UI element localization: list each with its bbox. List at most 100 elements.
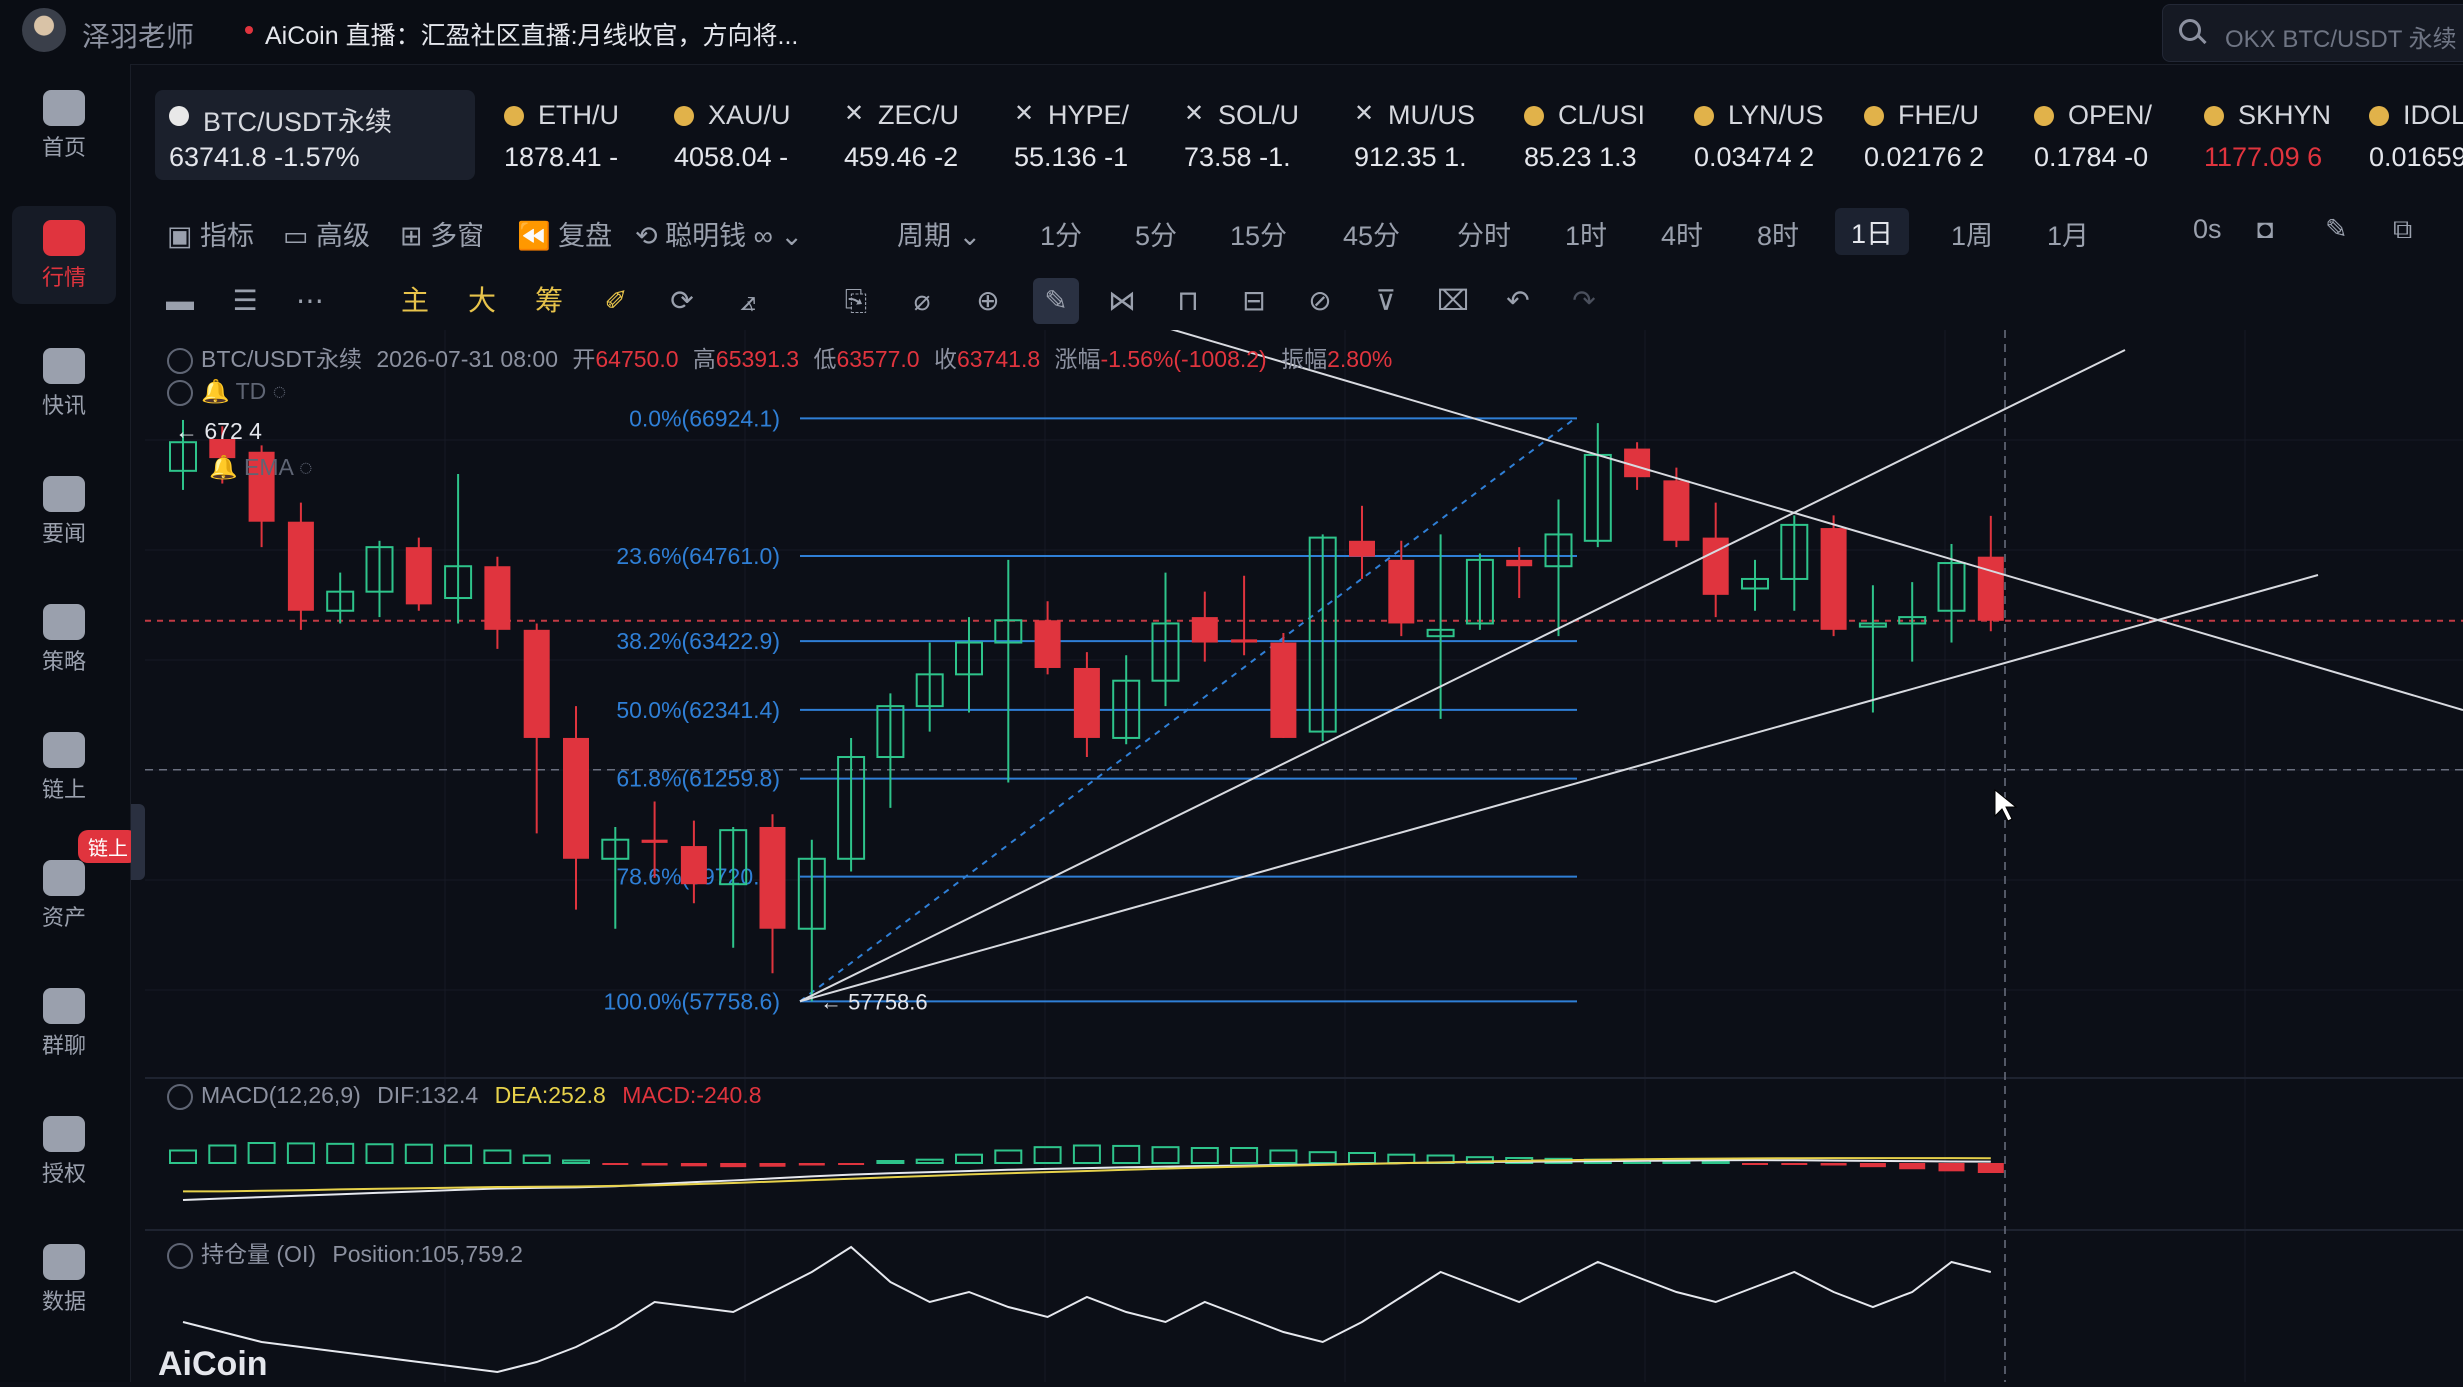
chip-toggle[interactable]: 筹 bbox=[534, 286, 564, 316]
data-chart-icon bbox=[43, 1244, 85, 1280]
fib-level-label: 38.2%(63422.9) bbox=[616, 628, 780, 654]
ticker-lyn[interactable]: LYN/US 0.03474 2 bbox=[1680, 90, 1845, 180]
ticker-name: FHE/U bbox=[1898, 100, 1979, 130]
menu-icon[interactable]: ☰ bbox=[230, 286, 260, 316]
ticker-btc[interactable]: BTC/USDT永续 63741.8 -1.57% bbox=[155, 90, 475, 180]
period-8h[interactable]: 8时 bbox=[1757, 214, 1799, 253]
delete-icon[interactable]: ⌧ bbox=[1437, 286, 1469, 316]
smart-money-button[interactable]: ⟲ 聪明钱 ∞ ⌄ bbox=[635, 214, 803, 253]
magnet-icon[interactable]: ⋈ bbox=[1107, 286, 1137, 316]
candle-body bbox=[523, 629, 550, 738]
ticker-fhe[interactable]: FHE/U 0.02176 2 bbox=[1850, 90, 2015, 180]
draw-pen-icon[interactable]: ✎ bbox=[1033, 278, 1079, 324]
collapse-icon[interactable] bbox=[167, 1083, 193, 1110]
period-1m[interactable]: 1分 bbox=[1040, 214, 1082, 253]
zoom-icon[interactable]: ⊕ bbox=[973, 286, 1003, 316]
sidebar-item-auth[interactable]: 授权 bbox=[12, 1102, 116, 1200]
sidebar-item-strategy[interactable]: 策略 bbox=[12, 590, 116, 688]
ticker-zec[interactable]: ✕ ZEC/U 459.46 -2 bbox=[830, 90, 995, 180]
ticker-mu[interactable]: ✕ MU/US 912.35 1. bbox=[1340, 90, 1505, 180]
macd-bar bbox=[444, 1144, 473, 1164]
chart-svg[interactable]: 0.0%(66924.1) 23.6%(64761.0) 38.2%(63422.9… bbox=[145, 319, 2463, 1382]
link-icon[interactable]: ⊘ bbox=[1305, 286, 1335, 316]
undo-icon[interactable]: ↶ bbox=[1503, 286, 1533, 316]
ticker-cl[interactable]: CL/USI 85.23 1.3 bbox=[1510, 90, 1675, 180]
measure-icon[interactable]: ⦨ bbox=[733, 286, 763, 316]
big-order-toggle[interactable]: 大 bbox=[467, 286, 497, 316]
sidebar-item-market[interactable]: 行情 bbox=[12, 206, 116, 304]
candle-body bbox=[1977, 556, 2004, 621]
macd-bar bbox=[1977, 1163, 2004, 1173]
replay-button[interactable]: ⏪ 复盘 bbox=[517, 214, 612, 253]
period-5m[interactable]: 5分 bbox=[1135, 214, 1177, 253]
sidebar-item-home[interactable]: 首页 bbox=[12, 76, 116, 174]
macd-bar bbox=[994, 1149, 1023, 1164]
period-45m[interactable]: 45分 bbox=[1343, 214, 1400, 253]
collapse-icon[interactable] bbox=[167, 1242, 193, 1269]
filter-icon[interactable]: ⊽ bbox=[1371, 286, 1401, 316]
chat-icon bbox=[43, 988, 85, 1024]
trend-edit-icon[interactable]: ✐ bbox=[601, 286, 631, 316]
ticker-price: 4058.04 - bbox=[674, 142, 789, 172]
teacher-name[interactable]: 泽羽老师 bbox=[82, 15, 194, 55]
ticker-xau[interactable]: XAU/U 4058.04 - bbox=[660, 90, 825, 180]
trend-line bbox=[799, 349, 2126, 1003]
ticker-skhyn[interactable]: SKHYN 1177.09 6 bbox=[2190, 90, 2350, 180]
fib-level-label: 0.0%(66924.1) bbox=[629, 405, 780, 431]
collapse-icon[interactable] bbox=[167, 379, 193, 406]
sidebar-item-chat[interactable]: 群聊 bbox=[12, 974, 116, 1072]
ruler-icon[interactable]: ▬ bbox=[165, 286, 195, 316]
x-coin-icon: ✕ bbox=[1354, 100, 1375, 127]
avatar[interactable] bbox=[22, 8, 66, 52]
popout-icon[interactable]: ⧉ bbox=[2393, 214, 2412, 246]
ticker-eth[interactable]: ETH/U 1878.41 - bbox=[490, 90, 655, 180]
sidebar-item-news[interactable]: 要闻 bbox=[12, 462, 116, 560]
multi-window-button[interactable]: ⊞ 多窗 bbox=[400, 214, 484, 253]
search-box[interactable]: OKX BTC/USDT 永续 bbox=[2162, 4, 2463, 62]
sidebar-item-onchain[interactable]: 链上 bbox=[12, 718, 116, 816]
indicator-button[interactable]: ▣ 指标 bbox=[167, 214, 254, 253]
macd-bar bbox=[169, 1149, 197, 1164]
td-legend[interactable]: 🔔 TD ◌ bbox=[167, 378, 286, 406]
oi-legend: 持仓量 (OI) Position:105,759.2 bbox=[167, 1235, 523, 1269]
camera-icon[interactable]: ◘ bbox=[2257, 214, 2273, 245]
ticker-open[interactable]: OPEN/0.1784 -0 bbox=[2020, 90, 2185, 180]
period-1mo[interactable]: 1月 bbox=[2047, 214, 2089, 253]
candle-body bbox=[1191, 617, 1218, 643]
news-icon bbox=[43, 476, 85, 512]
ticker-hype[interactable]: ✕ HYPE/55.136 -1 bbox=[1000, 90, 1165, 180]
main-chart-toggle[interactable]: 主 bbox=[400, 286, 430, 316]
sidebar-collapse-handle[interactable] bbox=[131, 804, 145, 880]
period-15m[interactable]: 15分 bbox=[1230, 214, 1287, 253]
sidebar-item-data[interactable]: 数据 bbox=[12, 1230, 116, 1328]
ticker-sol[interactable]: ✕ SOL/U 73.58 -1. bbox=[1170, 90, 1335, 180]
period-1w[interactable]: 1周 bbox=[1951, 214, 1993, 253]
refresh-icon[interactable]: ⟳ bbox=[667, 286, 697, 316]
live-announcement[interactable]: AiCoin 直播：汇盈社区直播:月线收官，方向将... bbox=[265, 16, 798, 52]
collapse-icon[interactable] bbox=[167, 347, 193, 374]
period-1d[interactable]: 1日 bbox=[1835, 208, 1910, 255]
macd-bar bbox=[680, 1163, 707, 1167]
lock-icon[interactable]: ⊓ bbox=[1173, 286, 1203, 316]
period-4h[interactable]: 4时 bbox=[1661, 214, 1703, 253]
eraser-icon[interactable]: ⌀ bbox=[907, 286, 937, 316]
ticker-name: ZEC/U bbox=[878, 100, 959, 130]
chart-area[interactable]: 0.0%(66924.1) 23.6%(64761.0) 38.2%(63422.9… bbox=[145, 319, 2463, 1382]
pencil-icon[interactable]: ✎ bbox=[2325, 214, 2348, 245]
redo-icon[interactable]: ↷ bbox=[1569, 286, 1599, 316]
ticker-idol[interactable]: IDOL 0.01659 bbox=[2355, 90, 2463, 180]
coin-icon bbox=[1524, 106, 1544, 126]
template-icon[interactable]: ⊟ bbox=[1239, 286, 1269, 316]
period-dropdown[interactable]: 周期 ⌄ bbox=[897, 214, 981, 253]
period-timeshare[interactable]: 分时 bbox=[1457, 214, 1511, 253]
sidebar-item-flash[interactable]: 快讯 bbox=[12, 334, 116, 432]
advanced-button[interactable]: ▭ 高级 bbox=[283, 214, 370, 253]
macd-bar bbox=[1899, 1163, 1926, 1170]
ticker-bar: BTC/USDT永续 63741.8 -1.57% ETH/U 1878.41 -… bbox=[145, 84, 2463, 184]
candle-body bbox=[1820, 528, 1847, 630]
period-1h[interactable]: 1时 bbox=[1565, 214, 1607, 253]
ema-legend[interactable]: 🔔 EMA ◌ bbox=[209, 454, 313, 481]
more-icon[interactable]: ⋯ bbox=[295, 286, 325, 316]
onchain-badge[interactable]: 链上 bbox=[78, 830, 138, 863]
bookmark-icon[interactable]: ⎘ bbox=[841, 286, 871, 316]
